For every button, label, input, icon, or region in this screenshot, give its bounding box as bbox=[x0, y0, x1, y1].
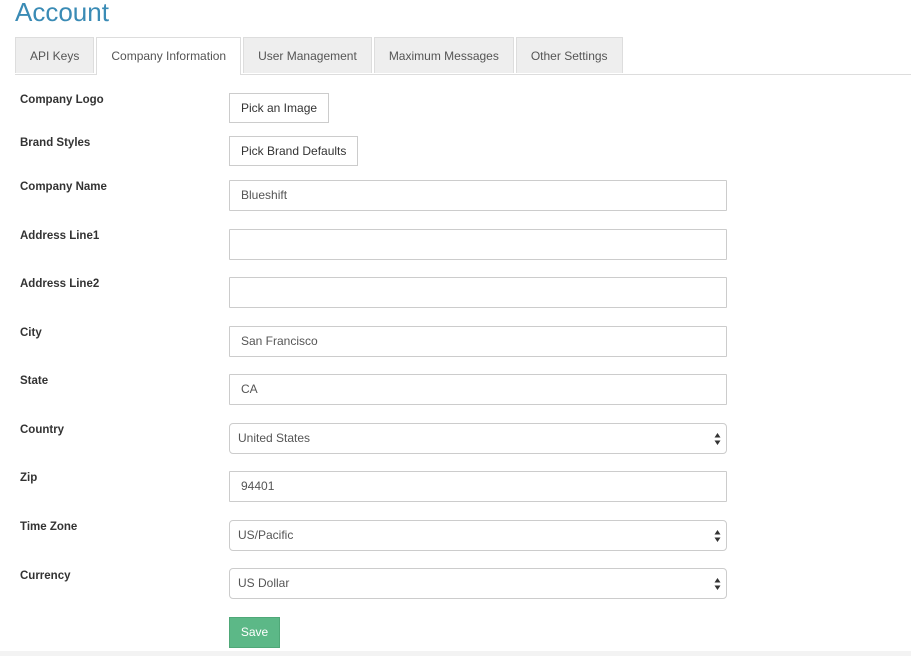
country-label: Country bbox=[20, 424, 65, 436]
brand-styles-label: Brand Styles bbox=[20, 137, 91, 149]
tab-company-information[interactable]: Company Information bbox=[96, 37, 242, 75]
page-title: Account bbox=[15, 0, 109, 27]
pick-brand-defaults-button[interactable]: Pick Brand Defaults bbox=[229, 136, 359, 166]
city-input[interactable]: San Francisco bbox=[229, 326, 727, 357]
zip-label: Zip bbox=[20, 472, 38, 484]
address-line2-label: Address Line2 bbox=[20, 278, 100, 290]
tab-maximum-messages[interactable]: Maximum Messages bbox=[373, 37, 514, 73]
save-button[interactable]: Save bbox=[229, 617, 280, 648]
company-name-label: Company Name bbox=[20, 181, 107, 193]
updown-arrows-icon bbox=[714, 433, 721, 445]
pick-image-button[interactable]: Pick an Image bbox=[229, 93, 330, 123]
company-name-input[interactable]: Blueshift bbox=[229, 180, 727, 211]
country-select[interactable]: United States bbox=[229, 423, 727, 454]
tab-user-management[interactable]: User Management bbox=[243, 37, 372, 73]
updown-arrows-icon bbox=[714, 530, 721, 542]
state-label: State bbox=[20, 375, 49, 387]
updown-arrows-icon bbox=[714, 578, 721, 590]
footer-divider bbox=[0, 651, 911, 656]
time-zone-label: Time Zone bbox=[20, 521, 78, 533]
zip-input[interactable]: 94401 bbox=[229, 471, 727, 502]
tab-api-keys[interactable]: API Keys bbox=[15, 37, 95, 73]
time-zone-select-value: US/Pacific bbox=[238, 528, 294, 542]
address-line1-label: Address Line1 bbox=[20, 230, 100, 242]
tab-other-settings[interactable]: Other Settings bbox=[515, 37, 623, 73]
address-line2-input[interactable] bbox=[229, 277, 727, 308]
currency-select[interactable]: US Dollar bbox=[229, 568, 727, 599]
country-select-value: United States bbox=[238, 431, 311, 445]
account-tabs: API Keys Company Information User Manage… bbox=[15, 37, 911, 75]
address-line1-input[interactable] bbox=[229, 229, 727, 260]
city-label: City bbox=[20, 327, 42, 339]
time-zone-select[interactable]: US/Pacific bbox=[229, 520, 727, 551]
company-logo-label: Company Logo bbox=[20, 94, 104, 106]
state-input[interactable]: CA bbox=[229, 374, 727, 405]
currency-select-value: US Dollar bbox=[238, 576, 290, 590]
currency-label: Currency bbox=[20, 570, 71, 582]
